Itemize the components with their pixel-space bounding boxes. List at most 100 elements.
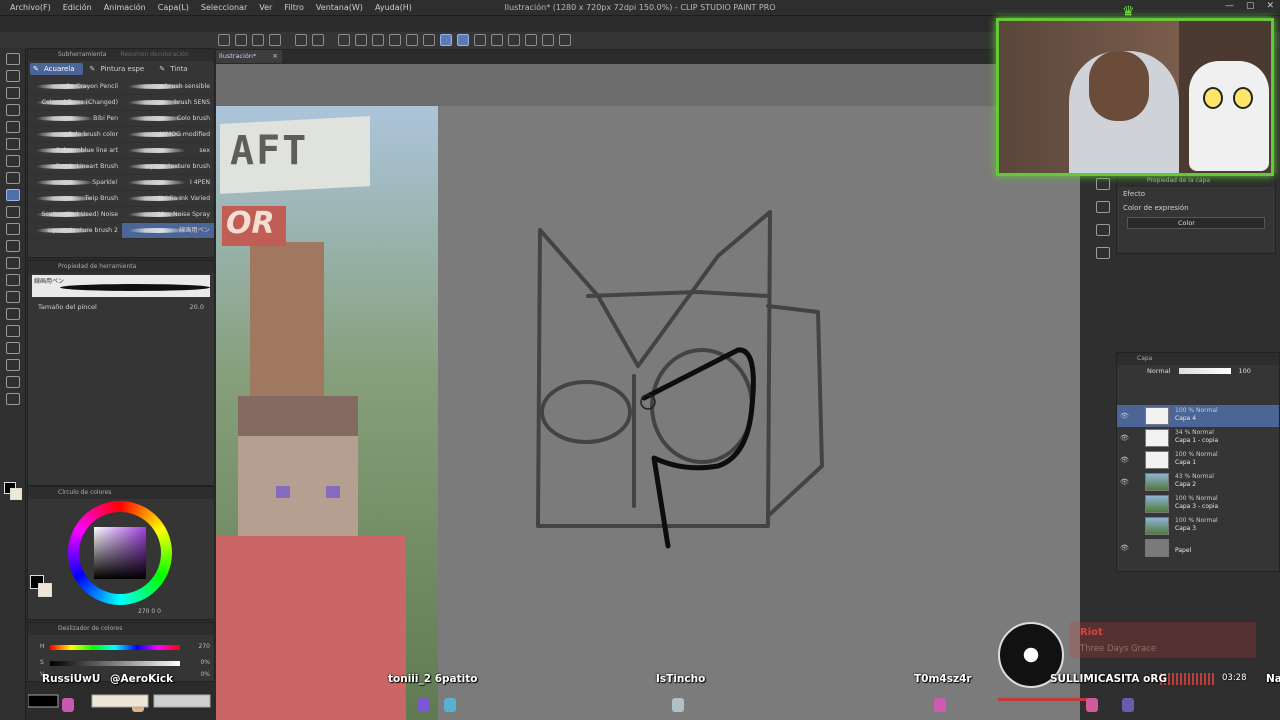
brush-tool-icon[interactable]: [5, 189, 20, 201]
ruler-tool-icon[interactable]: [5, 342, 20, 354]
eye-icon[interactable]: 👁: [1120, 478, 1129, 486]
brush-size-row[interactable]: Tamaño del pincel 20.0: [28, 299, 214, 315]
opacity-slider[interactable]: [1178, 368, 1231, 374]
brush-item[interactable]: square texture brush: [122, 159, 214, 175]
brush-item[interactable]: brush sensible: [122, 79, 214, 95]
deselect-icon[interactable]: [389, 34, 401, 46]
crop-icon[interactable]: [406, 34, 418, 46]
open-file-icon[interactable]: [235, 34, 247, 46]
brush-item[interactable]: Colored Trees (Changed): [30, 95, 122, 111]
close-button[interactable]: ✕: [1266, 1, 1274, 11]
invert-icon[interactable]: [423, 34, 435, 46]
mirror-icon[interactable]: [542, 34, 554, 46]
brush-item[interactable]: Su Crayon Pencil: [30, 79, 122, 95]
text-tool-icon[interactable]: [5, 359, 20, 371]
new-file-icon[interactable]: [218, 34, 230, 46]
color-wheel[interactable]: [68, 501, 172, 605]
snap-ruler-icon[interactable]: [440, 34, 452, 46]
minimize-button[interactable]: —: [1225, 1, 1234, 11]
redo-icon[interactable]: [312, 34, 324, 46]
balloon-tool-icon[interactable]: [5, 376, 20, 388]
brush-item[interactable]: Bibi Pen: [30, 111, 122, 127]
eyedropper-tool-icon[interactable]: [5, 138, 20, 150]
anchor-icon[interactable]: [525, 34, 537, 46]
tab-acuarela[interactable]: Acuarela: [30, 63, 83, 75]
brush-item[interactable]: Subsemblue line art: [30, 143, 122, 159]
layer-row[interactable]: 👁 100 % Normal Capa 4: [1117, 405, 1279, 427]
tab-tinta[interactable]: Tinta: [156, 63, 195, 75]
tab-resumen[interactable]: Resumen decoloración: [120, 49, 188, 61]
brush-size-value[interactable]: 20.0: [190, 303, 204, 311]
clear-icon[interactable]: [338, 34, 350, 46]
history-icon[interactable]: [1096, 247, 1110, 259]
tab-pintura-especial[interactable]: Pintura espe: [87, 63, 153, 75]
layer-row[interactable]: 100 % Normal Capa 3: [1117, 515, 1279, 537]
export-icon[interactable]: [269, 34, 281, 46]
material-icon[interactable]: [1096, 224, 1110, 236]
tab-subherramienta[interactable]: Subherramienta: [58, 49, 106, 61]
snap-special-ruler-icon[interactable]: [457, 34, 469, 46]
saturation-value-square[interactable]: [94, 527, 146, 579]
brush-item[interactable]: Comic Lineart Brush: [30, 159, 122, 175]
canvas-tab[interactable]: Ilustración*: [216, 50, 282, 63]
correct-line-tool-icon[interactable]: [5, 393, 20, 405]
layer-row[interactable]: 👁 Papel: [1117, 537, 1279, 559]
brush-item[interactable]: Twip Brush: [30, 191, 122, 207]
brush-item[interactable]: square texture brush 2: [30, 223, 122, 239]
frame-tool-icon[interactable]: [5, 325, 20, 337]
selection-tool-icon[interactable]: [5, 104, 20, 116]
background-color[interactable]: [38, 583, 52, 597]
navigator-icon[interactable]: [1096, 178, 1110, 190]
value-value[interactable]: 0%: [200, 671, 210, 678]
eye-icon[interactable]: 👁: [1120, 412, 1129, 420]
menu-filtro[interactable]: Filtro: [278, 0, 310, 16]
menu-seleccionar[interactable]: Seleccionar: [195, 0, 253, 16]
layer-row[interactable]: 👁 43 % Normal Capa 2: [1117, 471, 1279, 493]
brush-item[interactable]: Sparkle!: [30, 175, 122, 191]
undo-icon[interactable]: [295, 34, 307, 46]
saturation-value[interactable]: 0%: [200, 659, 210, 666]
save-icon[interactable]: [252, 34, 264, 46]
menu-ventana[interactable]: Ventana(W): [310, 0, 369, 16]
eye-icon[interactable]: 👁: [1120, 434, 1129, 442]
brush-item[interactable]: Kaidia Ink Varied: [122, 191, 214, 207]
color-set-swatches[interactable]: [28, 694, 214, 708]
brush-item-selected[interactable]: 線画用ペン: [122, 223, 214, 239]
menu-archivo[interactable]: Archivo(F): [4, 0, 57, 16]
brush-item[interactable]: Line Noise Spray: [122, 207, 214, 223]
brush-item[interactable]: I 4PEN: [122, 175, 214, 191]
fill-icon[interactable]: [355, 34, 367, 46]
grid-toggle-icon[interactable]: [559, 34, 571, 46]
layer-row[interactable]: 👁 34 % Normal Capa 1 - copia: [1117, 427, 1279, 449]
move-tool-icon[interactable]: [5, 87, 20, 99]
brush-item[interactable]: HIMOG modified: [122, 127, 214, 143]
layer-row[interactable]: 👁 100 % Normal Capa 1: [1117, 449, 1279, 471]
zoom-tool-icon[interactable]: [5, 53, 20, 65]
hue-value[interactable]: 270: [199, 643, 210, 650]
pen-tool-icon[interactable]: [5, 155, 20, 167]
brush-item[interactable]: brush SENS: [122, 95, 214, 111]
expression-color-select[interactable]: Color: [1127, 217, 1265, 229]
flip-icon[interactable]: [508, 34, 520, 46]
menu-capa[interactable]: Capa(L): [152, 0, 195, 16]
brush-item[interactable]: Colo brush: [122, 111, 214, 127]
layer-row[interactable]: 100 % Normal Capa 3 - copia: [1117, 493, 1279, 515]
brush-item[interactable]: Scatter (Not Used) Noise: [30, 207, 122, 223]
menu-edicion[interactable]: Edición: [57, 0, 98, 16]
figure-tool-icon[interactable]: [5, 308, 20, 320]
menu-ayuda[interactable]: Ayuda(H): [369, 0, 418, 16]
snap-grid-icon[interactable]: [474, 34, 486, 46]
airbrush-tool-icon[interactable]: [5, 206, 20, 218]
rotate-icon[interactable]: [491, 34, 503, 46]
auto-select-tool-icon[interactable]: [5, 121, 20, 133]
menu-animacion[interactable]: Animación: [98, 0, 152, 16]
brush-item[interactable]: sex: [122, 143, 214, 159]
layer-property-icon[interactable]: [1096, 201, 1110, 213]
fill-tool-icon[interactable]: [5, 274, 20, 286]
sub-color-swatch[interactable]: [10, 488, 22, 500]
transform-icon[interactable]: [372, 34, 384, 46]
eraser-tool-icon[interactable]: [5, 240, 20, 252]
eye-icon[interactable]: 👁: [1120, 456, 1129, 464]
blend-tool-icon[interactable]: [5, 257, 20, 269]
eye-icon[interactable]: 👁: [1120, 544, 1129, 552]
